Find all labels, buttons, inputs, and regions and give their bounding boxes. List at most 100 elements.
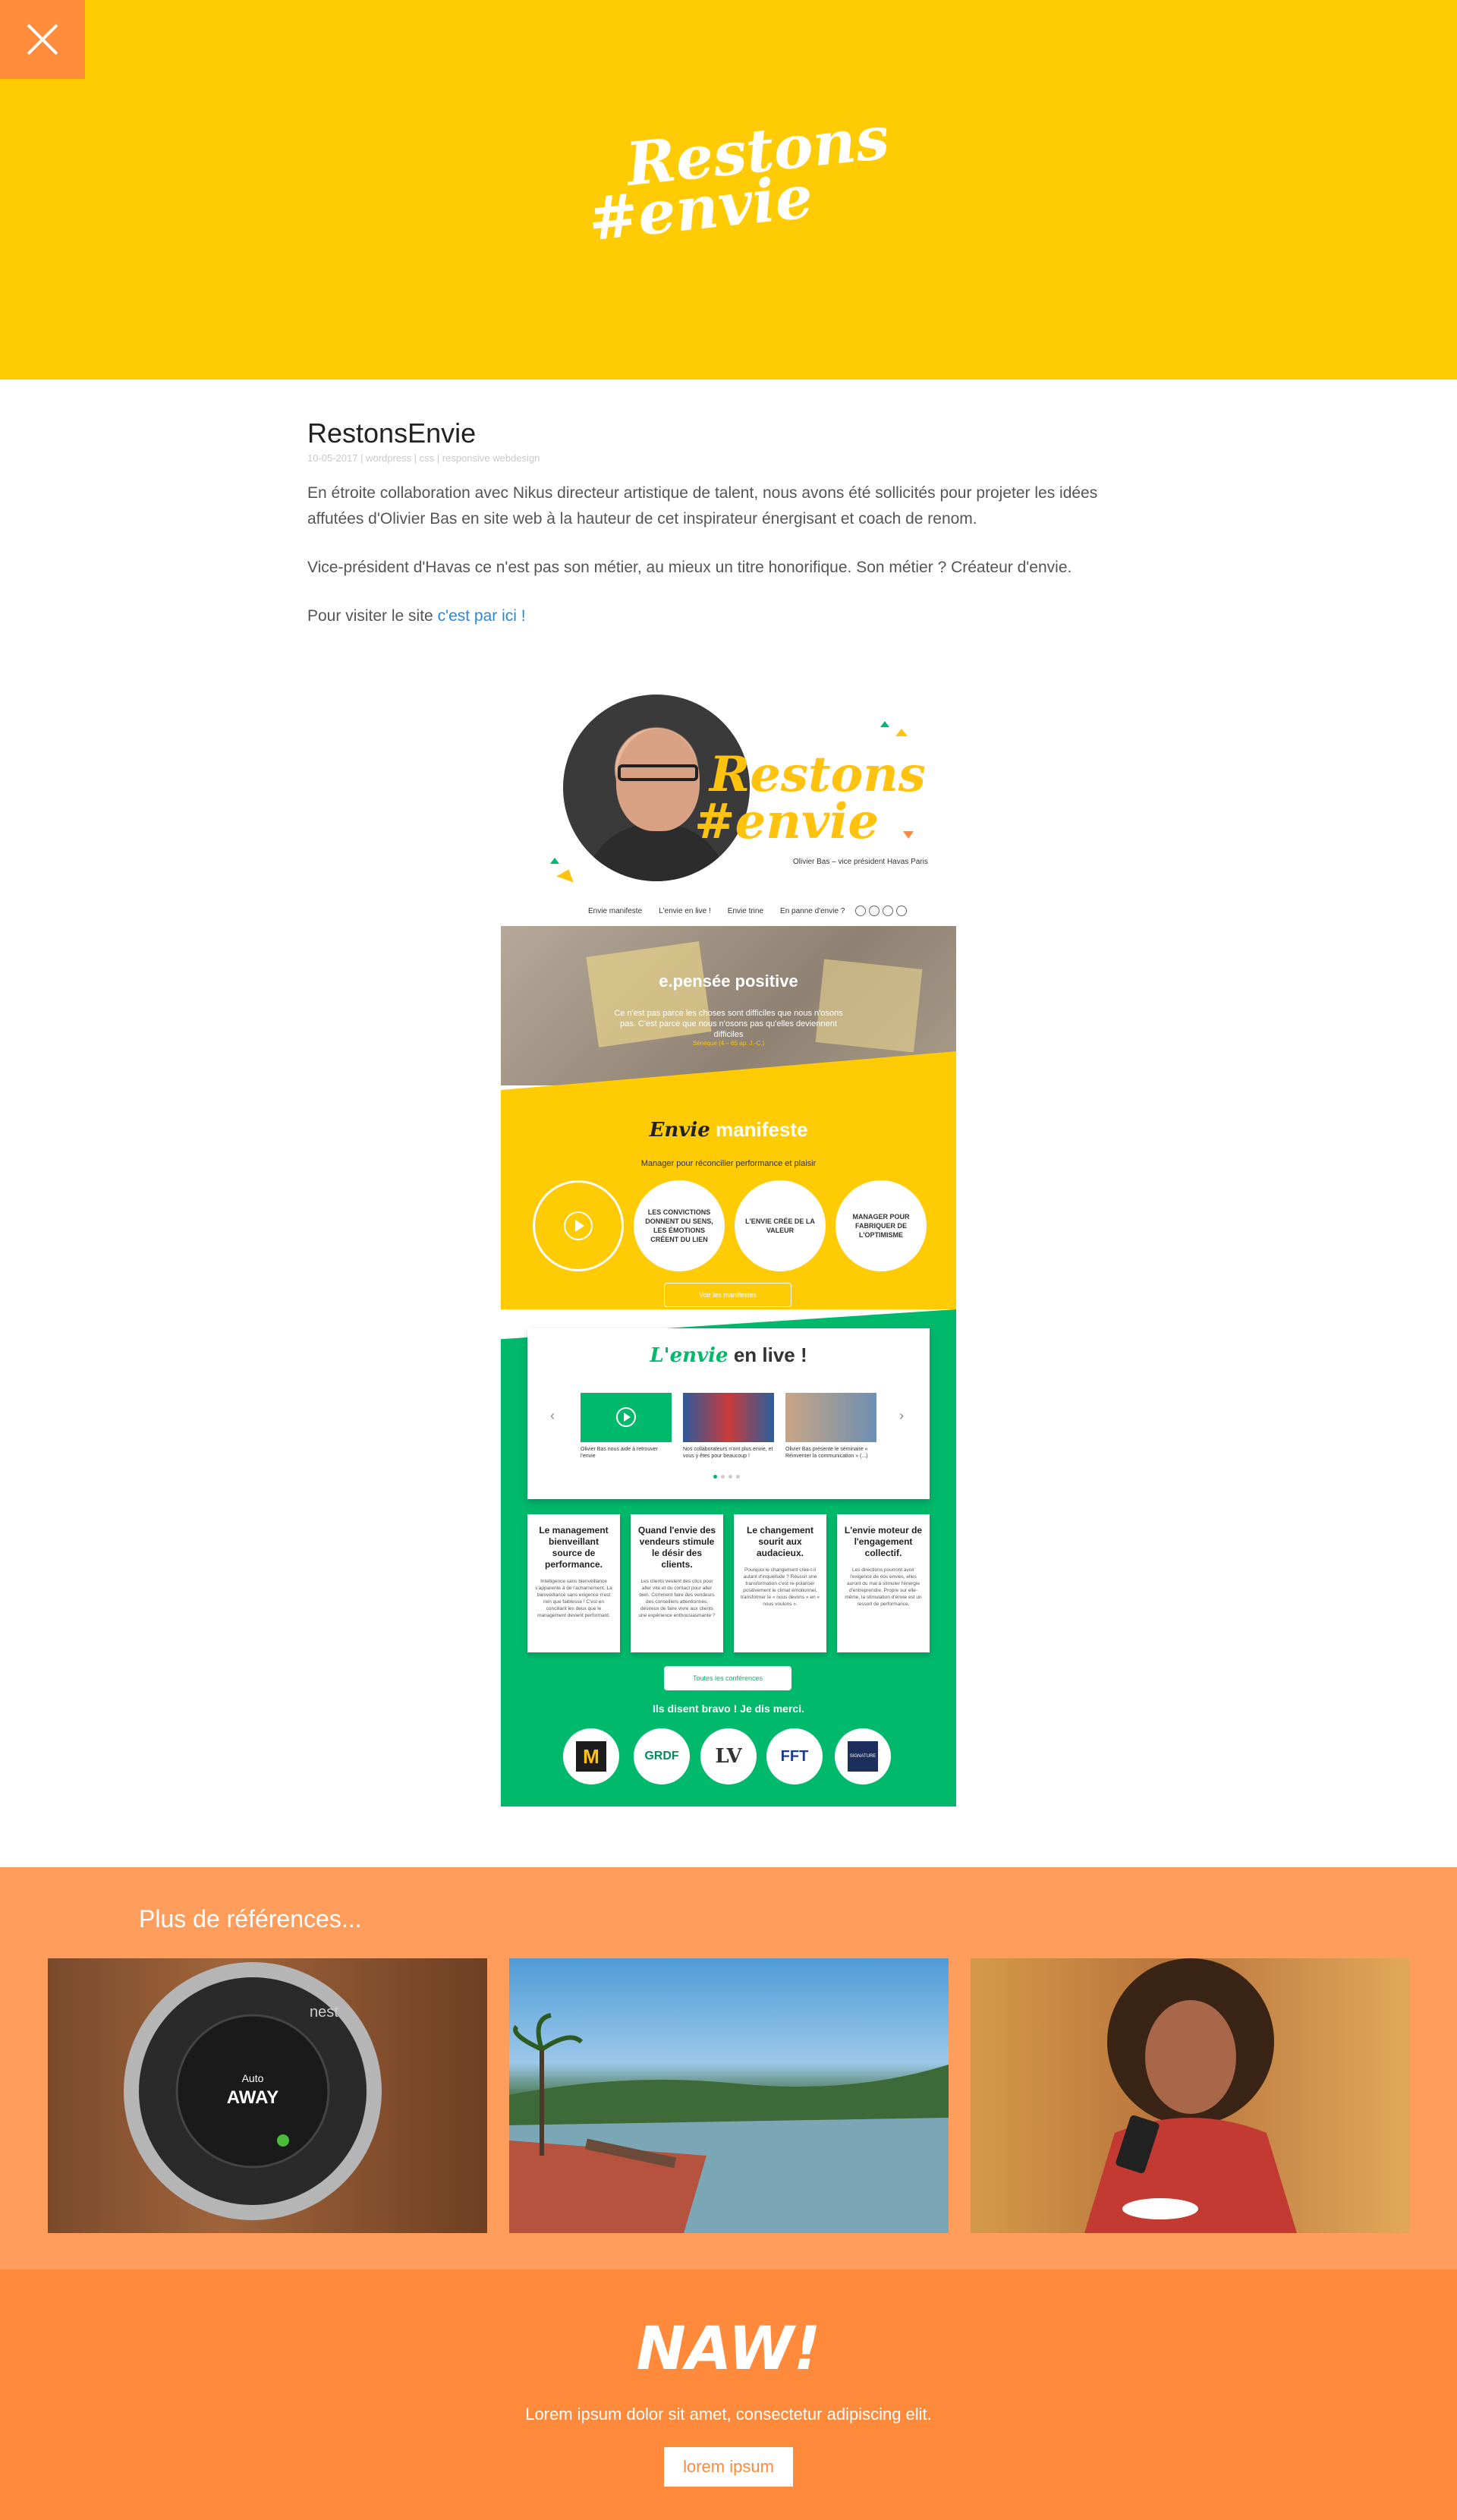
carousel-dot[interactable] <box>728 1475 732 1479</box>
video-caption: Olivier Bas nous aide à retrouver l'envi… <box>581 1447 658 1459</box>
live-title-script: L'envie <box>650 1344 728 1367</box>
reference-beach[interactable] <box>509 1958 949 2233</box>
reference-nest[interactable]: nest Auto AWAY <box>48 1958 487 2233</box>
clients-heading: Ils disent bravo ! Je dis merci. <box>653 1703 804 1715</box>
carousel-next-icon[interactable]: › <box>899 1408 904 1424</box>
conference-desc: Pourquoi le changement crée-t-il autant … <box>740 1567 820 1607</box>
conference-card[interactable]: Le management bienveillant source de per… <box>527 1514 620 1652</box>
video-thumbnail[interactable] <box>785 1393 876 1442</box>
confetti-triangle <box>550 858 559 864</box>
conference-card[interactable]: Quand l'envie des vendeurs stimule le dé… <box>631 1514 723 1652</box>
conference-title: Le management bienveillant source de per… <box>539 1525 609 1570</box>
confetti-triangle <box>556 866 577 883</box>
references-title: Plus de références... <box>139 1905 362 1933</box>
logo-line2: #envie <box>585 162 817 255</box>
mockup-nav-item[interactable]: L'envie en live ! <box>659 907 711 915</box>
play-icon <box>564 1211 593 1240</box>
mockup-nav-item[interactable]: Envie trine <box>728 907 763 915</box>
video-caption: Nos collaborateurs n'ont plus envie, et … <box>683 1447 773 1459</box>
project-meta: 10-05-2017 | wordpress | css | responsiv… <box>307 452 540 464</box>
mockup-subtitle: Olivier Bas – vice président Havas Paris <box>793 858 928 866</box>
mockup-logo: Restons #envie <box>694 751 926 846</box>
mockup-nav-item[interactable]: En panne d'envie ? <box>780 907 845 915</box>
mockup-nav: Envie manifeste L'envie en live ! Envie … <box>501 899 956 922</box>
nest-status: AWAY <box>226 2087 279 2108</box>
manifestes-button[interactable]: Voir les manifestes <box>664 1283 791 1307</box>
play-icon <box>616 1407 636 1427</box>
mockup-logo-line2: #envie <box>694 793 880 850</box>
manifeste-title: Envie manifeste <box>501 1118 956 1142</box>
mockup-nav-item[interactable]: Envie manifeste <box>588 907 642 915</box>
conference-title: Quand l'envie des vendeurs stimule le dé… <box>637 1525 716 1570</box>
project-description-1: En étroite collaboration avec Nikus dire… <box>307 484 1098 528</box>
client-logo-text: M <box>576 1741 606 1772</box>
nest-brand: nest <box>310 2004 338 2021</box>
quote-title: e.pensée positive <box>659 972 798 991</box>
mockup-header: Restons #envie Olivier Bas – vice présid… <box>501 687 956 926</box>
visit-prefix: Pour visiter le site <box>307 607 438 625</box>
social-icon[interactable] <box>896 906 907 916</box>
conference-card[interactable]: L'envie moteur de l'engagement collectif… <box>837 1514 930 1652</box>
mockup-logo-line1: Restons <box>710 746 926 803</box>
confetti-triangle <box>903 831 914 839</box>
website-mockup: Restons #envie Olivier Bas – vice présid… <box>501 687 956 1807</box>
client-logo-signature: SIGNATURE <box>835 1728 891 1784</box>
carousel-dot[interactable] <box>713 1475 717 1479</box>
client-logo-text: GRDF <box>644 1750 679 1762</box>
visit-site-link[interactable]: c'est par ici ! <box>438 607 526 625</box>
project-article: RestonsEnvie 10-05-2017 | wordpress | cs… <box>307 417 1142 629</box>
conference-title: L'envie moteur de l'engagement collectif… <box>844 1525 923 1558</box>
client-logo-text: FFT <box>780 1747 809 1765</box>
live-title-bold: en live ! <box>733 1343 807 1366</box>
live-title: L'envie en live ! <box>527 1343 930 1367</box>
quote-text: Ce n'est pas parce les choses sont diffi… <box>614 1009 843 1039</box>
portrait-glasses <box>618 764 698 781</box>
client-logo-grdf: GRDF <box>634 1728 690 1784</box>
restons-envie-logo: Restons #envie <box>585 103 892 266</box>
carousel-dot[interactable] <box>721 1475 725 1479</box>
conference-title: Le changement sourit aux audacieux. <box>746 1525 814 1558</box>
conference-desc: Intelligence sans bienveillance s'appare… <box>535 1579 612 1618</box>
live-card: L'envie en live ! ‹ › Olivier Bas nous a… <box>527 1328 930 1499</box>
social-icon[interactable] <box>855 906 866 916</box>
carousel-dots <box>713 1475 740 1479</box>
confetti-triangle <box>895 729 908 736</box>
carousel-dot[interactable] <box>736 1475 740 1479</box>
manifeste-circle[interactable]: L'ENVIE CRÉE DE LA VALEUR <box>735 1180 826 1271</box>
reference-woman[interactable] <box>971 1958 1410 2233</box>
manifeste-subtitle: Manager pour réconcilier performance et … <box>640 1159 817 1168</box>
naw-logo: NAW! <box>636 2315 821 2383</box>
conference-card[interactable]: Le changement sourit aux audacieux. Pour… <box>734 1514 826 1652</box>
play-video-circle[interactable] <box>533 1180 624 1271</box>
references-section: Plus de références... nest Auto AWAY <box>0 1867 1457 2270</box>
nest-mode: Auto <box>241 2072 264 2084</box>
client-logo-text: LV <box>715 1745 742 1768</box>
footer: NAW! Lorem ipsum dolor sit amet, consect… <box>0 2270 1457 2520</box>
hero-banner: Restons #envie <box>0 0 1457 380</box>
close-icon <box>27 24 58 55</box>
visit-line: Pour visiter le site c'est par ici ! <box>307 603 1142 629</box>
conference-desc: Les directions pourront avoir l'exigence… <box>845 1567 922 1607</box>
project-description-2: Vice-président d'Havas ce n'est pas son … <box>307 559 1072 576</box>
manifeste-title-script: Envie <box>649 1119 710 1142</box>
conferences-button[interactable]: Toutes les conférences <box>664 1666 791 1690</box>
social-icon[interactable] <box>883 906 893 916</box>
video-thumbnail[interactable] <box>683 1393 774 1442</box>
manifeste-circle[interactable]: MANAGER POUR FABRIQUER DE L'OPTIMISME <box>835 1180 927 1271</box>
client-logo-mcdonalds: M <box>563 1728 619 1784</box>
video-thumbnail[interactable] <box>581 1393 672 1442</box>
client-logo-lv: LV <box>700 1728 757 1784</box>
conference-desc: Les clients veulent des clics pour aller… <box>638 1579 716 1618</box>
social-icons <box>855 906 907 916</box>
project-title: RestonsEnvie <box>307 417 477 449</box>
close-button[interactable] <box>0 0 85 79</box>
social-icon[interactable] <box>869 906 880 916</box>
footer-button[interactable]: lorem ipsum <box>664 2447 793 2487</box>
client-logo-text: SIGNATURE <box>848 1741 878 1772</box>
carousel-prev-icon[interactable]: ‹ <box>550 1408 555 1424</box>
manifeste-circle[interactable]: LES CONVICTIONS DONNENT DU SENS, LES ÉMO… <box>634 1180 725 1271</box>
beach-image <box>509 2013 949 2233</box>
video-caption: Olivier Bas présente le séminaire « Réin… <box>785 1447 868 1459</box>
client-logo-fft: FFT <box>766 1728 823 1784</box>
manifeste-title-bold: manifeste <box>716 1118 808 1141</box>
